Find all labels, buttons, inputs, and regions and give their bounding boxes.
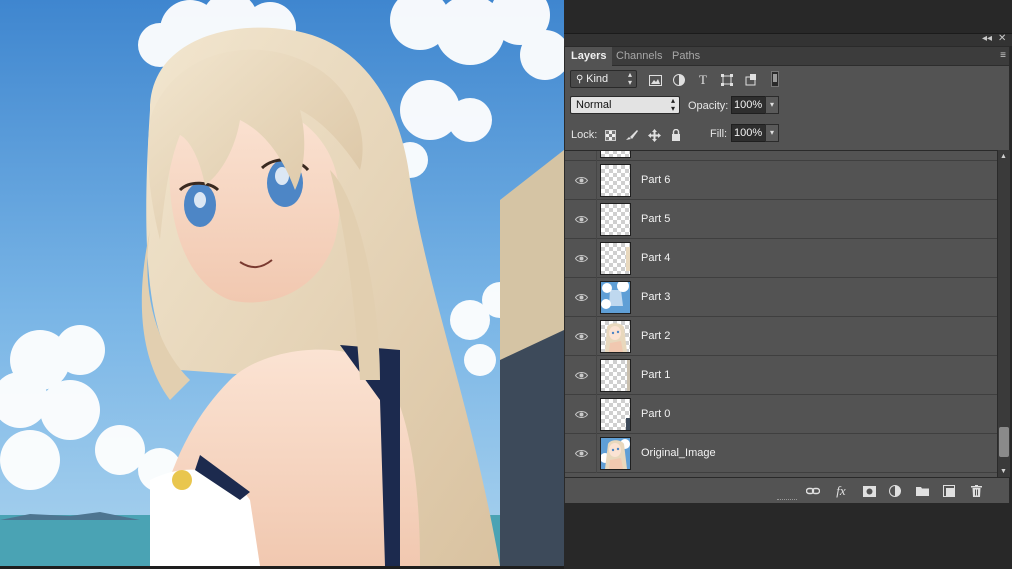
- brooch: [172, 470, 192, 490]
- scroll-up-icon[interactable]: ▲: [1000, 153, 1007, 160]
- layers-panel: Layers Channels Paths ≡ ⚲ Kind ▴ ▾ T Norm…: [564, 46, 1010, 503]
- type-filter-icon[interactable]: T: [695, 72, 711, 88]
- layer-thumbnail: [600, 281, 631, 314]
- fill-input[interactable]: 100%: [731, 124, 766, 142]
- image-filter-icon[interactable]: [647, 72, 663, 88]
- visibility-eye-icon[interactable]: [573, 212, 589, 226]
- lock-transparency-icon[interactable]: [602, 127, 618, 143]
- layer-name[interactable]: Part 2: [641, 330, 670, 342]
- layer-list: Part 6 Part 5 Part 4 Part 3 Part 2 Part …: [565, 150, 997, 477]
- visibility-eye-icon[interactable]: [573, 407, 589, 421]
- layer-name[interactable]: Part 6: [641, 174, 670, 186]
- lock-all-icon[interactable]: [668, 127, 684, 143]
- layer-row[interactable]: [565, 151, 997, 161]
- layer-name[interactable]: Part 4: [641, 252, 670, 264]
- opacity-dropdown-button[interactable]: ▾: [765, 96, 779, 114]
- chevron-updown-icon: ▴ ▾: [670, 96, 675, 113]
- layer-thumbnail: [600, 164, 631, 197]
- lock-paint-icon[interactable]: [624, 127, 640, 143]
- collapse-panels-icon[interactable]: ◂◂: [982, 33, 992, 44]
- adjustment-layer-icon[interactable]: [887, 483, 903, 499]
- layer-thumbnail: [600, 203, 631, 236]
- panel-dock-bar: ◂◂ ✕: [564, 33, 1012, 46]
- filter-kind-label: Kind: [586, 73, 609, 85]
- blend-mode-dropdown[interactable]: Normal ▴ ▾: [570, 96, 680, 114]
- layer-thumbnail: [600, 359, 631, 392]
- adjustment-filter-icon[interactable]: [671, 72, 687, 88]
- new-layer-icon[interactable]: [941, 483, 957, 499]
- visibility-eye-icon[interactable]: [573, 251, 589, 265]
- layer-row[interactable]: Original_Image: [565, 434, 997, 473]
- search-icon: ⚲: [576, 74, 587, 85]
- blend-row: Normal ▴ ▾ Opacity: 100% ▾: [565, 94, 1009, 118]
- layer-name[interactable]: Part 3: [641, 291, 670, 303]
- new-group-icon[interactable]: [914, 483, 930, 499]
- fx-icon[interactable]: fx: [833, 483, 849, 499]
- layer-thumbnail: [600, 242, 631, 275]
- layer-name[interactable]: Part 5: [641, 213, 670, 225]
- visibility-eye-icon[interactable]: [573, 290, 589, 304]
- layer-thumbnail: [600, 398, 631, 431]
- layer-name[interactable]: Part 0: [641, 408, 670, 420]
- fill-dropdown-button[interactable]: ▾: [765, 124, 779, 142]
- opacity-input[interactable]: 100%: [731, 96, 766, 114]
- layer-row[interactable]: Part 1: [565, 356, 997, 395]
- layer-row[interactable]: Part 5: [565, 200, 997, 239]
- fill-label: Fill:: [710, 128, 728, 140]
- layer-thumbnail: [600, 320, 631, 353]
- delete-layer-icon[interactable]: [968, 483, 984, 499]
- shape-filter-icon[interactable]: [719, 72, 735, 88]
- layer-name[interactable]: Original_Image: [641, 447, 716, 459]
- tab-channels[interactable]: Channels: [610, 47, 668, 66]
- layer-row[interactable]: Part 2: [565, 317, 997, 356]
- layer-row[interactable]: Part 0: [565, 395, 997, 434]
- visibility-eye-icon[interactable]: [573, 368, 589, 382]
- layers-scrollbar[interactable]: ▲ ▼: [997, 150, 1010, 477]
- tab-paths[interactable]: Paths: [666, 47, 706, 66]
- lock-row: Lock: Fill: 100% ▾: [565, 122, 1009, 146]
- layer-row[interactable]: Part 6: [565, 161, 997, 200]
- blend-mode-value: Normal: [576, 99, 612, 111]
- filter-kind-dropdown[interactable]: ⚲ Kind ▴ ▾: [570, 70, 637, 88]
- lock-position-icon[interactable]: [646, 127, 662, 143]
- scroll-down-icon[interactable]: ▼: [1000, 468, 1007, 475]
- canvas-artwork: [0, 0, 564, 566]
- visibility-eye-icon[interactable]: [573, 446, 589, 460]
- filter-row: ⚲ Kind ▴ ▾ T: [565, 68, 1009, 92]
- chevron-updown-icon: ▴ ▾: [627, 70, 632, 87]
- layer-row[interactable]: Part 3: [565, 278, 997, 317]
- add-mask-icon[interactable]: [861, 483, 877, 499]
- tab-layers[interactable]: Layers: [565, 47, 613, 66]
- layers-footer: fx: [565, 477, 1009, 503]
- panel-resize-grip[interactable]: [777, 499, 797, 502]
- filter-toggle-icon[interactable]: [771, 71, 779, 87]
- scrollbar-thumb[interactable]: [999, 427, 1009, 457]
- link-layers-icon[interactable]: [805, 483, 821, 499]
- lock-label: Lock:: [571, 129, 598, 141]
- panel-tabbar: Layers Channels Paths ≡: [565, 47, 1009, 66]
- layer-thumbnail: [600, 151, 631, 158]
- document-canvas[interactable]: [0, 0, 564, 566]
- panel-menu-icon[interactable]: ≡: [1000, 50, 1006, 61]
- close-panel-icon[interactable]: ✕: [998, 33, 1006, 44]
- layer-row[interactable]: Part 4: [565, 239, 997, 278]
- visibility-eye-icon[interactable]: [573, 329, 589, 343]
- smart-object-filter-icon[interactable]: [743, 72, 759, 88]
- layer-thumbnail: [600, 437, 631, 470]
- opacity-label: Opacity:: [688, 100, 729, 112]
- layer-name[interactable]: Part 1: [641, 369, 670, 381]
- visibility-eye-icon[interactable]: [573, 173, 589, 187]
